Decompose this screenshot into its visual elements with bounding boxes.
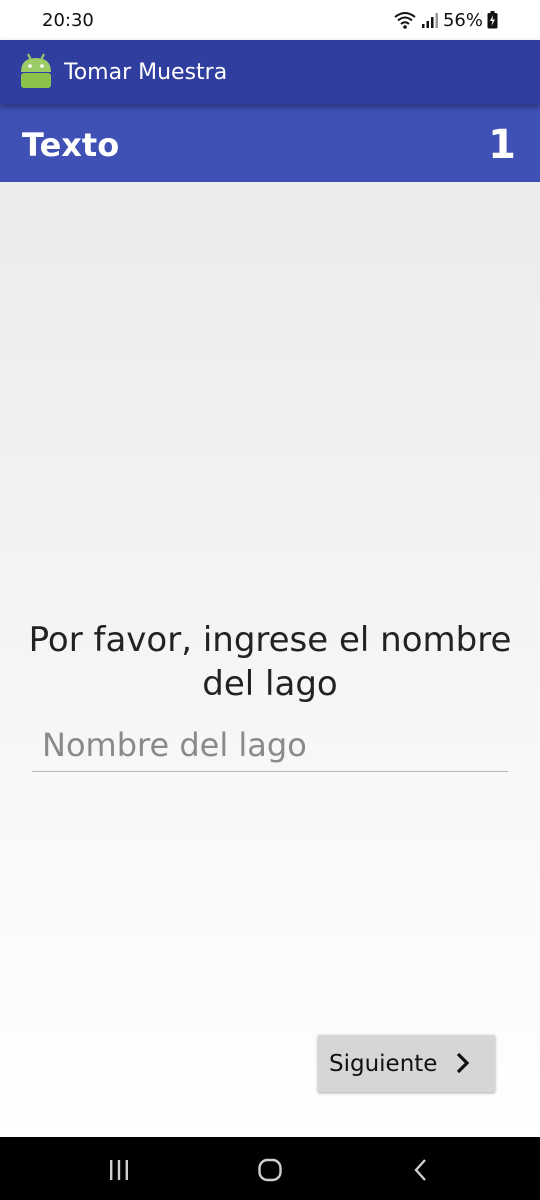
- wifi-icon: [394, 12, 416, 29]
- home-icon[interactable]: [255, 1155, 285, 1185]
- back-icon[interactable]: [406, 1155, 436, 1185]
- chevron-right-icon: [456, 1052, 470, 1074]
- section-title: Texto: [22, 126, 120, 164]
- signal-icon: [421, 13, 438, 28]
- recent-apps-icon[interactable]: [104, 1155, 134, 1185]
- android-icon: [21, 53, 51, 88]
- app-title: Tomar Muestra: [64, 60, 228, 85]
- app-bar: Tomar Muestra: [0, 40, 540, 104]
- section-number: 1: [488, 122, 516, 168]
- navigation-bar: [0, 1137, 540, 1200]
- status-time: 20:30: [42, 10, 94, 31]
- status-icons: 56%: [393, 9, 498, 31]
- status-bar: 20:30 56%: [0, 0, 540, 40]
- next-button[interactable]: Siguiente: [318, 1035, 495, 1092]
- prompt-label: Por favor, ingrese el nombre del lago: [28, 620, 512, 704]
- next-button-label: Siguiente: [329, 1050, 438, 1077]
- lake-name-input[interactable]: [32, 718, 508, 772]
- battery-percent: 56%: [442, 9, 483, 31]
- main-content: Por favor, ingrese el nombre del lago Si…: [0, 182, 540, 1137]
- battery-charging-icon: [487, 11, 498, 29]
- section-header: Texto 1: [0, 104, 540, 182]
